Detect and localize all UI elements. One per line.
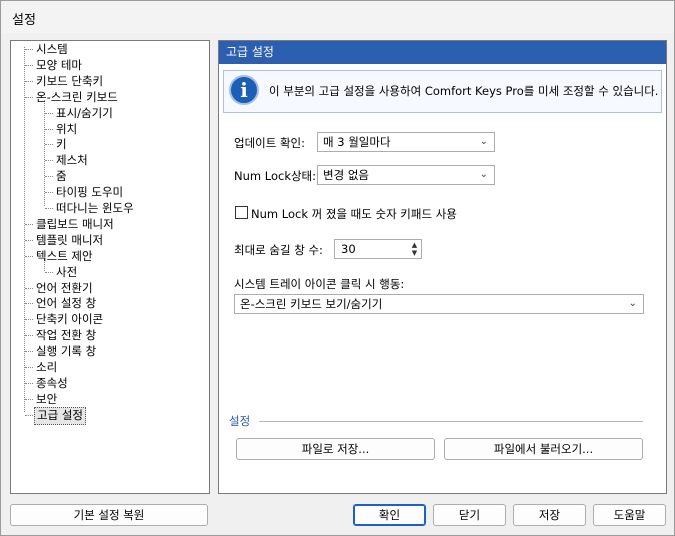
save-button[interactable]: 저장	[513, 504, 586, 526]
tree-connector	[25, 96, 33, 98]
tree-connector	[25, 319, 33, 321]
tree-item[interactable]: 온-스크린 키보드	[34, 89, 120, 105]
max-hidden-windows-label: 최대로 숨길 창 수:	[234, 243, 323, 257]
update-check-label: 업데이트 확인:	[234, 136, 306, 150]
tree-connector	[25, 351, 33, 353]
numlock-state-label: Num Lock상태:	[234, 169, 317, 183]
tree-item[interactable]: 표시/숨기기	[54, 105, 115, 121]
tree-connector	[24, 47, 25, 412]
panel-header: 고급 설정	[219, 41, 666, 64]
tree-item[interactable]: 떠다니는 윈도우	[54, 200, 136, 216]
numlock-state-value: 변경 없음	[323, 168, 369, 182]
tree-item[interactable]: 키보드 단축키	[34, 73, 105, 89]
group-divider	[259, 421, 643, 422]
tree-connector	[25, 414, 33, 416]
tree-item[interactable]: 종속성	[34, 375, 70, 391]
tree-connector	[45, 208, 53, 209]
tree-item[interactable]: 타이핑 도우미	[54, 184, 125, 200]
tree-connector	[45, 112, 53, 114]
tray-click-value: 온-스크린 키보드 보기/숨기기	[240, 297, 383, 311]
tree-item[interactable]: 텍스트 제안	[34, 248, 95, 264]
tree-item[interactable]: 고급 설정	[34, 406, 86, 425]
tree-connector	[44, 100, 45, 206]
tree-connector	[25, 64, 33, 66]
update-check-select[interactable]: 매 3 월일마다 ⌄	[317, 132, 495, 152]
tree-item[interactable]: 작업 전환 창	[34, 327, 98, 343]
tree-connector	[25, 398, 33, 400]
advanced-settings-panel: 고급 설정 i 이 부분의 고급 설정을 사용하여 Comfort Keys P…	[218, 40, 667, 494]
tree-item[interactable]: 소리	[34, 359, 59, 375]
tree-item[interactable]: 언어 설정 창	[34, 295, 98, 311]
tree-connector	[25, 287, 33, 289]
tree-connector	[45, 128, 53, 130]
tree-item[interactable]: 단축키 아이콘	[34, 311, 105, 327]
tree-connector	[25, 382, 33, 384]
tree-item[interactable]: 실행 기록 창	[34, 343, 98, 359]
tree-connector	[25, 255, 33, 257]
max-hidden-windows-value: 30	[341, 242, 356, 256]
tree-item[interactable]: 키	[54, 136, 69, 152]
settings-window: 설정 시스템 모양 테마 키보드 단축키 온-스크린 키보드 표시/숨기기 위치 키 제스처 줌…	[0, 0, 675, 536]
load-from-file-button[interactable]: 파일에서 불러오기...	[444, 438, 643, 460]
close-button[interactable]: 닫기	[433, 504, 506, 526]
chevron-down-icon: ⌄	[628, 298, 637, 309]
update-check-value: 매 3 월일마다	[323, 135, 391, 149]
tree-item[interactable]: 클립보드 매니저	[34, 216, 116, 232]
chevron-down-icon: ⌄	[479, 136, 488, 147]
tree-connector	[45, 271, 53, 273]
info-icon: i	[229, 75, 259, 105]
tree-connector	[25, 239, 33, 241]
tree-connector	[45, 144, 53, 146]
tree-item[interactable]: 모양 테마	[34, 57, 84, 73]
tree-item[interactable]: 줌	[54, 168, 69, 184]
tree-connector	[25, 223, 33, 225]
tree-connector	[45, 160, 53, 162]
numlock-state-select[interactable]: 변경 없음 ⌄	[317, 165, 495, 185]
tree-item[interactable]: 제스처	[54, 152, 90, 168]
tree-connector	[45, 176, 53, 178]
tree-item[interactable]: 템플릿 매니저	[34, 232, 105, 248]
tree-item[interactable]: 시스템	[34, 41, 70, 57]
tree-item[interactable]: 위치	[54, 121, 79, 137]
ok-button[interactable]: 확인	[353, 504, 426, 526]
tree-connector	[25, 367, 33, 368]
help-button[interactable]: 도움말	[593, 504, 666, 526]
restore-defaults-button[interactable]: 기본 설정 복원	[10, 504, 208, 526]
tree-connector	[25, 49, 33, 50]
tray-click-label: 시스템 트레이 아이콘 클릭 시 행동:	[234, 277, 405, 291]
info-text: 이 부분의 고급 설정을 사용하여 Comfort Keys Pro를 미세 조…	[269, 84, 659, 98]
tree-item[interactable]: 보안	[34, 391, 59, 407]
save-to-file-button[interactable]: 파일로 저장...	[236, 438, 435, 460]
max-hidden-windows-spinner[interactable]: 30 ▲ ▼	[334, 239, 422, 259]
tree-connector	[45, 192, 53, 194]
settings-tree[interactable]: 시스템 모양 테마 키보드 단축키 온-스크린 키보드 표시/숨기기 위치 키 제스처 줌 타이핑…	[10, 40, 210, 494]
info-box: i 이 부분의 고급 설정을 사용하여 Comfort Keys Pro를 미세…	[223, 70, 662, 113]
chevron-down-icon: ⌄	[479, 169, 488, 180]
tree-item[interactable]: 언어 전환기	[34, 280, 95, 296]
tray-click-select[interactable]: 온-스크린 키보드 보기/숨기기 ⌄	[234, 294, 644, 314]
up-down-arrows-icon[interactable]: ▲ ▼	[409, 241, 420, 257]
title-bar: 설정	[1, 1, 674, 33]
tree-connector	[25, 335, 33, 337]
numlock-keypad-checkbox[interactable]	[235, 206, 248, 219]
window-title: 설정	[12, 13, 36, 28]
tree-connector	[25, 303, 33, 305]
panel-title: 고급 설정	[226, 45, 274, 59]
tree-connector	[25, 80, 33, 82]
settings-group-label: 설정	[229, 414, 251, 428]
tree-item[interactable]: 사전	[54, 264, 79, 280]
numlock-keypad-label[interactable]: Num Lock 꺼 졌을 때도 숫자 키패드 사용	[251, 206, 457, 222]
